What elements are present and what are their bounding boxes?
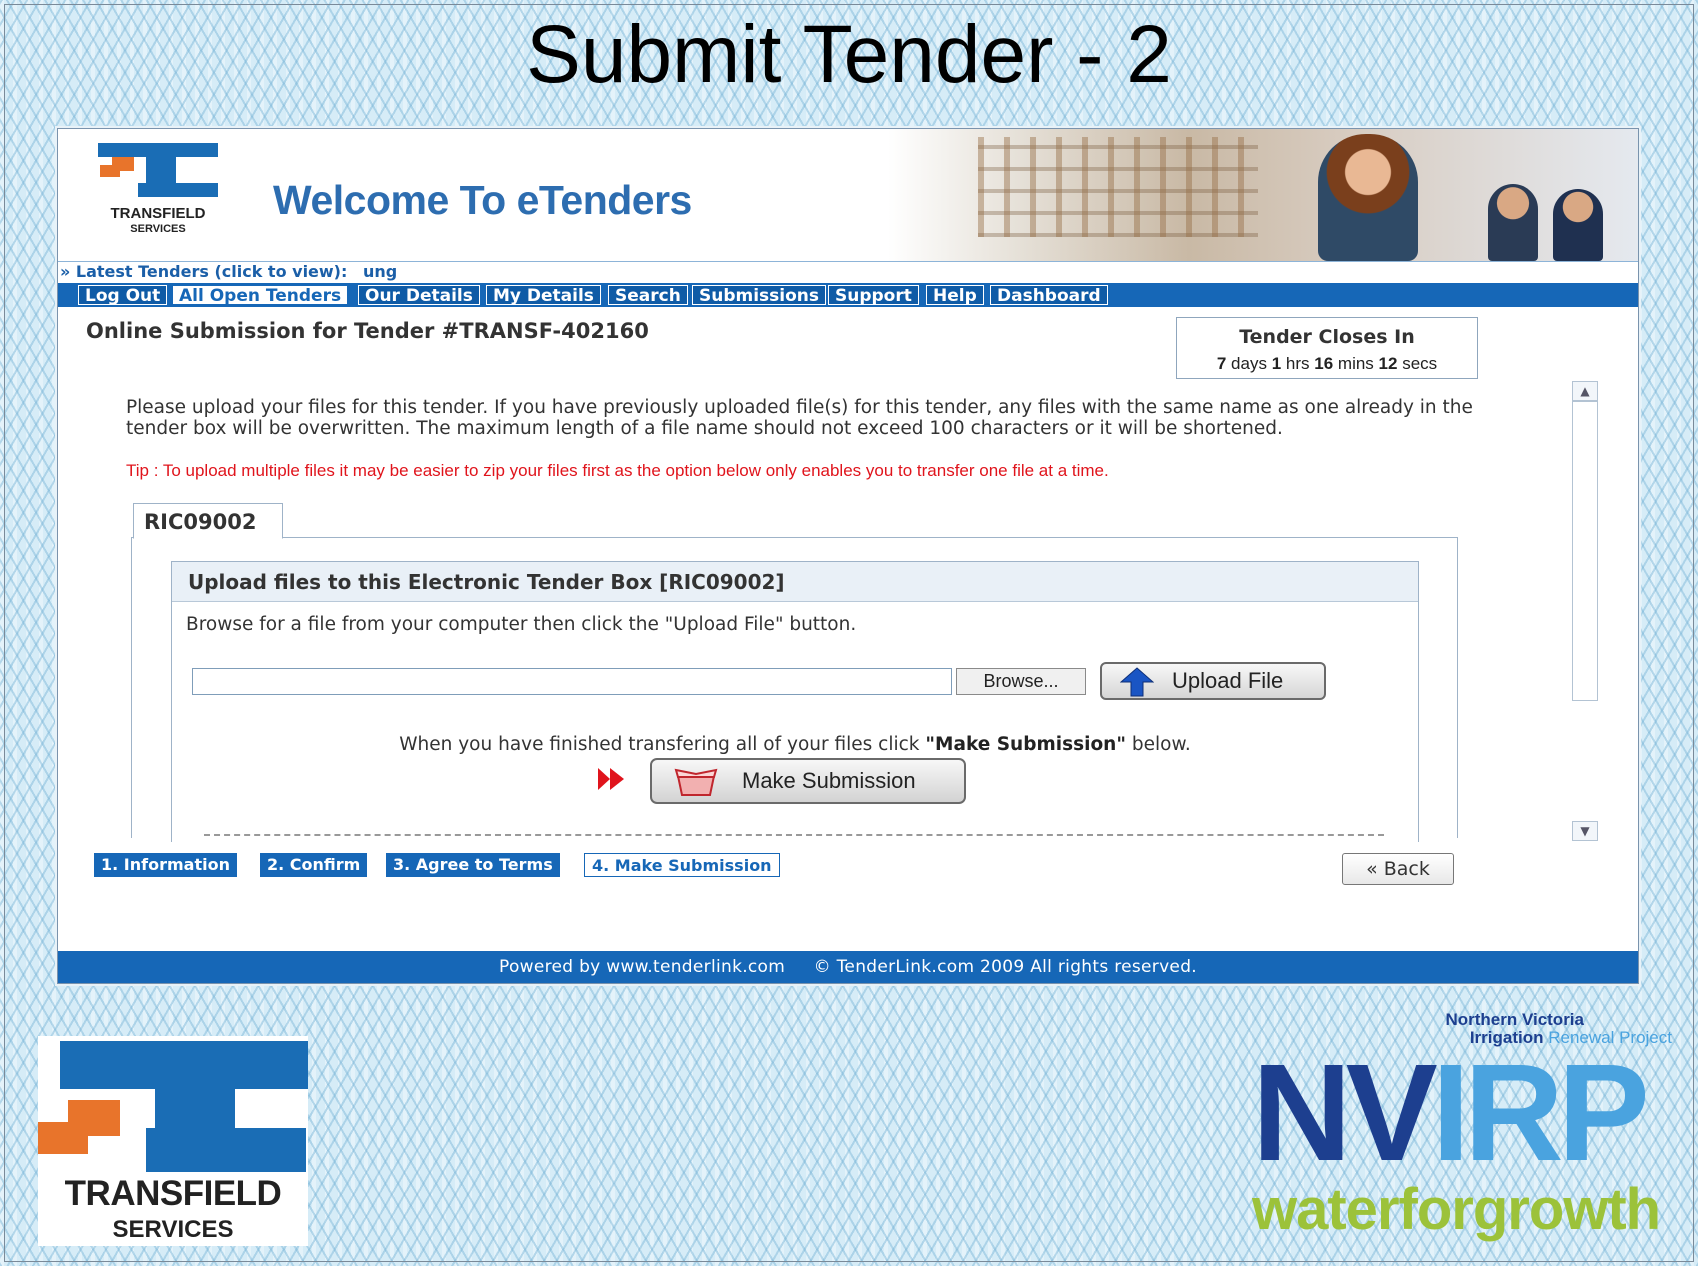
- latest-tenders-label: » Latest Tenders (click to view):: [60, 262, 348, 281]
- nav-my-details[interactable]: My Details: [486, 285, 601, 306]
- tip-text: Tip : To upload multiple files it may be…: [126, 461, 1109, 480]
- latest-tenders-bar: » Latest Tenders (click to view): ung: [58, 261, 1638, 282]
- nav-help[interactable]: Help: [926, 285, 984, 306]
- make-submission-button[interactable]: Make Submission: [650, 758, 966, 804]
- scroll-track[interactable]: [1572, 401, 1598, 701]
- upload-file-label: Upload File: [1172, 668, 1284, 693]
- nvirp-wordmark: NVIRP: [1252, 1036, 1650, 1190]
- nvirp-tagline: waterforgrowth: [1252, 1177, 1661, 1242]
- main-nav: Log Out All Open Tenders Our Details My …: [58, 283, 1638, 307]
- scrollbar[interactable]: ▲ ▼: [1572, 381, 1598, 841]
- dashed-divider: [204, 834, 1384, 836]
- latest-tenders-ticker[interactable]: ung: [363, 262, 397, 281]
- logo-small-line1: TRANSFIELD: [110, 205, 206, 222]
- file-path-input[interactable]: [192, 668, 952, 695]
- nav-log-out[interactable]: Log Out: [78, 285, 168, 306]
- banner-photo: [888, 129, 1638, 261]
- upload-heading: Upload files to this Electronic Tender B…: [172, 562, 1418, 602]
- back-button[interactable]: « Back: [1342, 853, 1454, 885]
- browse-button[interactable]: Browse...: [956, 668, 1086, 695]
- tender-box-icon: [674, 768, 718, 796]
- nvirp-subtitle-1: Northern Victoria: [1445, 1010, 1584, 1029]
- make-submission-label: Make Submission: [742, 768, 916, 793]
- page-title: Online Submission for Tender #TRANSF-402…: [86, 319, 649, 343]
- nav-our-details[interactable]: Our Details: [358, 285, 480, 306]
- nav-dashboard[interactable]: Dashboard: [990, 285, 1108, 306]
- step-confirm[interactable]: 2. Confirm: [260, 853, 368, 877]
- nav-all-open-tenders[interactable]: All Open Tenders: [172, 285, 349, 306]
- tender-closes-box: Tender Closes In 7 days 1 hrs 16 mins 12…: [1176, 317, 1478, 379]
- footer: Powered by www.tenderlink.com © TenderLi…: [58, 951, 1638, 983]
- upload-file-button[interactable]: Upload File: [1100, 662, 1326, 700]
- step-agree-to-terms[interactable]: 3. Agree to Terms: [386, 853, 560, 877]
- nvirp-logo: Northern Victoria Irrigation Renewal Pro…: [1252, 1008, 1672, 1248]
- finished-instructions: When you have finished transfering all o…: [399, 734, 1191, 755]
- transfield-logo-line2: SERVICES: [112, 1216, 234, 1243]
- transfield-logo-small: TRANSFIELD SERVICES: [98, 143, 218, 243]
- nav-submissions[interactable]: Submissions: [692, 285, 827, 306]
- etenders-banner: TRANSFIELD SERVICES Welcome To eTenders: [58, 129, 1638, 261]
- double-arrow-icon: [598, 768, 624, 790]
- upload-arrow-icon: [1120, 667, 1154, 697]
- step-information[interactable]: 1. Information: [94, 853, 237, 877]
- step-make-submission[interactable]: 4. Make Submission: [584, 853, 780, 877]
- upload-box: Upload files to this Electronic Tender B…: [171, 561, 1419, 842]
- scroll-up-icon[interactable]: ▲: [1572, 381, 1598, 401]
- scroll-down-icon[interactable]: ▼: [1572, 821, 1598, 841]
- slide-title: Submit Tender - 2: [526, 9, 1172, 100]
- tab-ric09002[interactable]: RIC09002: [133, 503, 283, 539]
- transfield-logo: TRANSFIELD SERVICES: [38, 1036, 308, 1246]
- transfield-logo-line1: TRANSFIELD: [64, 1174, 282, 1213]
- closes-heading: Tender Closes In: [1239, 326, 1415, 348]
- intro-text: Please upload your files for this tender…: [126, 397, 1473, 439]
- nav-search[interactable]: Search: [608, 285, 688, 306]
- browser-screenshot: TRANSFIELD SERVICES Welcome To eTenders …: [57, 128, 1639, 984]
- browse-instructions: Browse for a file from your computer the…: [186, 614, 857, 635]
- welcome-heading: Welcome To eTenders: [273, 177, 692, 223]
- logo-small-line2: SERVICES: [130, 223, 186, 235]
- countdown: 7 days 1 hrs 16 mins 12 secs: [1216, 354, 1438, 373]
- nav-support[interactable]: Support: [828, 285, 919, 306]
